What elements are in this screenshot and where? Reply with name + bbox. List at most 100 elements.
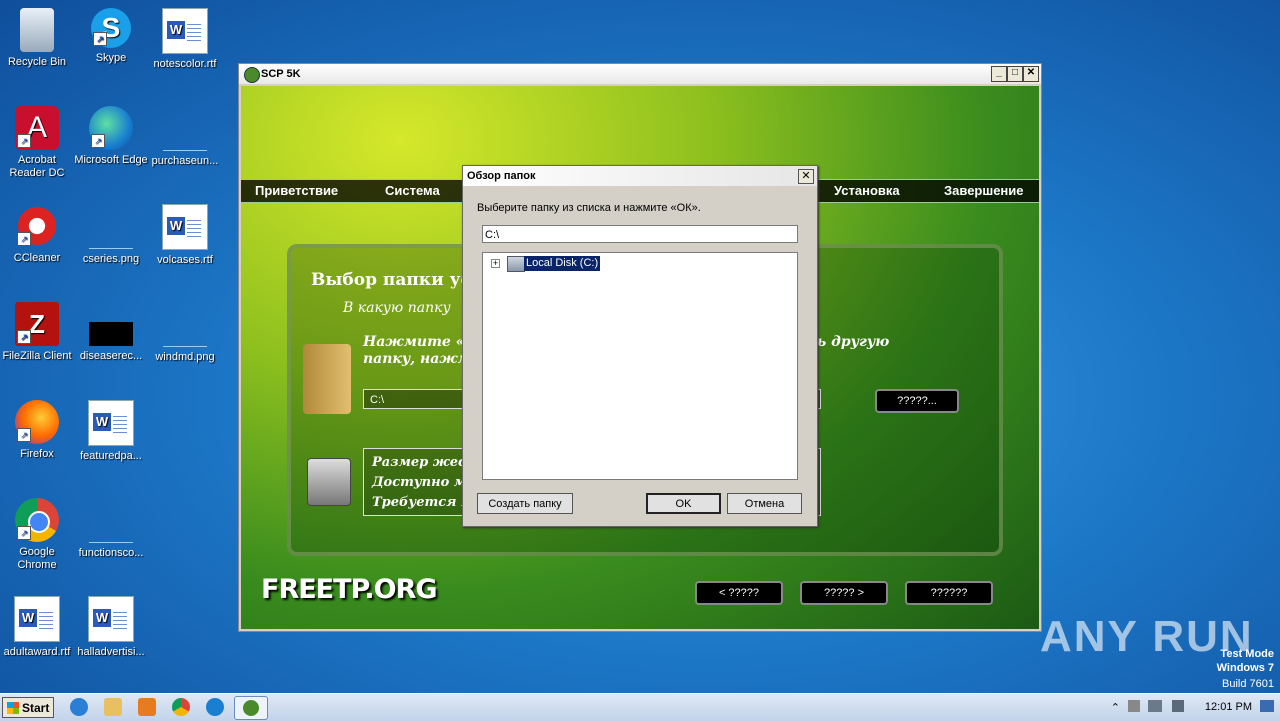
desktop-icon-notescolor[interactable]: notescolor.rtf: [148, 8, 222, 71]
desktop-icon-label: Microsoft Edge: [74, 154, 148, 166]
desktop-icon-acrobat[interactable]: A ↗ Acrobat Reader DC: [0, 106, 74, 180]
desktop-icon-label: notescolor.rtf: [153, 58, 217, 70]
windows-version-text: Windows 7: [1216, 662, 1274, 674]
taskbar: Start ⌃ 12:01 PM: [0, 693, 1280, 721]
desktop-icon-ccleaner[interactable]: ↗ CCleaner: [0, 204, 74, 265]
step-install: Установка: [834, 183, 900, 198]
desktop-icon-label: Firefox: [20, 448, 54, 460]
desktop-icon-functionsco[interactable]: functionsco...: [74, 498, 148, 560]
panel-title: Выбор папки ус: [311, 270, 471, 290]
black-thumbnail-icon: [89, 322, 133, 346]
back-button[interactable]: < ?????: [695, 581, 783, 605]
installer-titlebar[interactable]: SCP 5K _ □ ✕: [239, 64, 1041, 84]
step-system: Система: [385, 183, 440, 198]
word-doc-icon: [162, 204, 208, 250]
desktop-icon-recycle-bin[interactable]: Recycle Bin: [0, 8, 74, 69]
build-text: Build 7601: [1222, 678, 1274, 690]
expand-icon[interactable]: +: [491, 259, 500, 268]
tray-expand-icon[interactable]: ⌃: [1111, 701, 1120, 714]
desktop-icon-label: Recycle Bin: [7, 56, 67, 68]
blank-file-icon: [163, 302, 207, 347]
dialog-instruction: Выберите папку из списка и нажмите «ОК».: [477, 202, 701, 214]
panel-question: В какую папку: [343, 300, 451, 316]
desktop-icon-label: FileZilla Client: [2, 350, 72, 362]
desktop-icon-label: volcases.rtf: [157, 254, 213, 266]
folder-tree[interactable]: + Local Disk (C:): [482, 252, 798, 480]
ie-taskbar-icon[interactable]: [70, 698, 88, 716]
desktop-icon-label: diseaserec...: [79, 350, 143, 362]
desktop-icon-edge[interactable]: ↗ Microsoft Edge: [74, 106, 148, 167]
drive-icon: [507, 256, 525, 272]
ok-button[interactable]: OK: [646, 493, 721, 514]
desktop-icon-label: CCleaner: [13, 252, 61, 264]
start-label: Start: [22, 701, 50, 715]
new-folder-button[interactable]: Создать папку: [477, 493, 573, 514]
start-button[interactable]: Start: [2, 697, 54, 718]
volume-icon[interactable]: [1172, 700, 1184, 712]
explorer-taskbar-icon[interactable]: [104, 698, 122, 716]
blank-file-icon: [89, 498, 133, 543]
browse-folder-dialog: Обзор папок ✕ Выберите папку из списка и…: [462, 165, 818, 527]
desktop-icon-label: featuredpa...: [80, 450, 142, 462]
desktop-icon-chrome[interactable]: ↗ Google Chrome: [0, 498, 74, 572]
desktop-icon-volcases[interactable]: volcases.rtf: [148, 204, 222, 267]
blank-file-icon: [163, 106, 207, 151]
desktop-icon-label: halladvertisi...: [77, 646, 145, 658]
flag-icon[interactable]: [1128, 700, 1140, 712]
recycle-bin-icon: [20, 8, 54, 52]
disk-available-label: Доступно ме: [372, 475, 475, 490]
word-doc-icon: [14, 596, 60, 642]
chrome-icon: ↗: [15, 498, 59, 542]
test-mode-text: Test Mode: [1220, 648, 1274, 660]
maximize-button[interactable]: □: [1007, 66, 1023, 82]
ccleaner-icon: ↗: [15, 204, 59, 248]
hard-drive-icon: [307, 458, 351, 506]
tree-item-local-disk[interactable]: Local Disk (C:): [524, 256, 601, 271]
desktop-icon-filezilla[interactable]: Z ↗ FileZilla Client: [0, 302, 74, 363]
desktop-icon-windmd[interactable]: windmd.png: [148, 302, 222, 364]
step-welcome: Приветствие: [255, 183, 339, 198]
desktop-icon-label: Skype: [95, 52, 127, 64]
desktop-icon-featuredpa[interactable]: featuredpa...: [74, 400, 148, 463]
installer-taskbar-icon: [243, 700, 259, 716]
blank-file-icon: [89, 204, 133, 249]
chrome-taskbar-icon[interactable]: [172, 698, 190, 716]
desktop-icon-firefox[interactable]: ↗ Firefox: [0, 400, 74, 461]
windows-logo-icon: [6, 702, 19, 714]
step-finish: Завершение: [944, 183, 1024, 198]
cancel-install-button[interactable]: ??????: [905, 581, 993, 605]
network-icon[interactable]: [1148, 700, 1162, 712]
dialog-close-button[interactable]: ✕: [798, 169, 814, 184]
dialog-cancel-button[interactable]: Отмена: [727, 493, 802, 514]
desktop-icon-label: adultaward.rtf: [3, 646, 71, 658]
show-desktop-icon[interactable]: [1260, 700, 1274, 712]
desktop-icon-label: functionsco...: [78, 547, 144, 559]
folder-icon: [303, 344, 351, 414]
desktop-icon-label: windmd.png: [155, 351, 215, 363]
firefox-icon: ↗: [15, 400, 59, 444]
desktop-icon-skype[interactable]: S ↗ Skype: [74, 8, 148, 65]
freetp-logo: FREETP.ORG: [261, 574, 438, 605]
desktop-icon-halladvertisi[interactable]: halladvertisi...: [74, 596, 148, 659]
skype-icon: S ↗: [91, 8, 131, 48]
word-doc-icon: [162, 8, 208, 54]
desktop-icon-cseries[interactable]: cseries.png: [74, 204, 148, 266]
browse-button[interactable]: ?????...: [875, 389, 959, 413]
clock[interactable]: 12:01 PM: [1205, 701, 1252, 713]
installer-taskbar-button[interactable]: [234, 696, 268, 720]
edge-icon: ↗: [89, 106, 133, 150]
desktop-icon-purchaseun[interactable]: purchaseun...: [148, 106, 222, 168]
acrobat-icon: A ↗: [15, 106, 59, 150]
app-icon: [244, 67, 260, 83]
close-button[interactable]: ✕: [1023, 66, 1039, 82]
desktop-icon-label: purchaseun...: [151, 155, 219, 167]
desktop-icon-adultaward[interactable]: adultaward.rtf: [0, 596, 74, 659]
minimize-button[interactable]: _: [991, 66, 1007, 82]
word-doc-icon: [88, 596, 134, 642]
edge-taskbar-icon[interactable]: [206, 698, 224, 716]
desktop-icon-diseaserec[interactable]: diseaserec...: [74, 302, 148, 363]
desktop-icon-label: cseries.png: [82, 253, 140, 265]
media-player-taskbar-icon[interactable]: [138, 698, 156, 716]
next-button[interactable]: ????? >: [800, 581, 888, 605]
dialog-path-input[interactable]: C:\: [482, 225, 798, 243]
